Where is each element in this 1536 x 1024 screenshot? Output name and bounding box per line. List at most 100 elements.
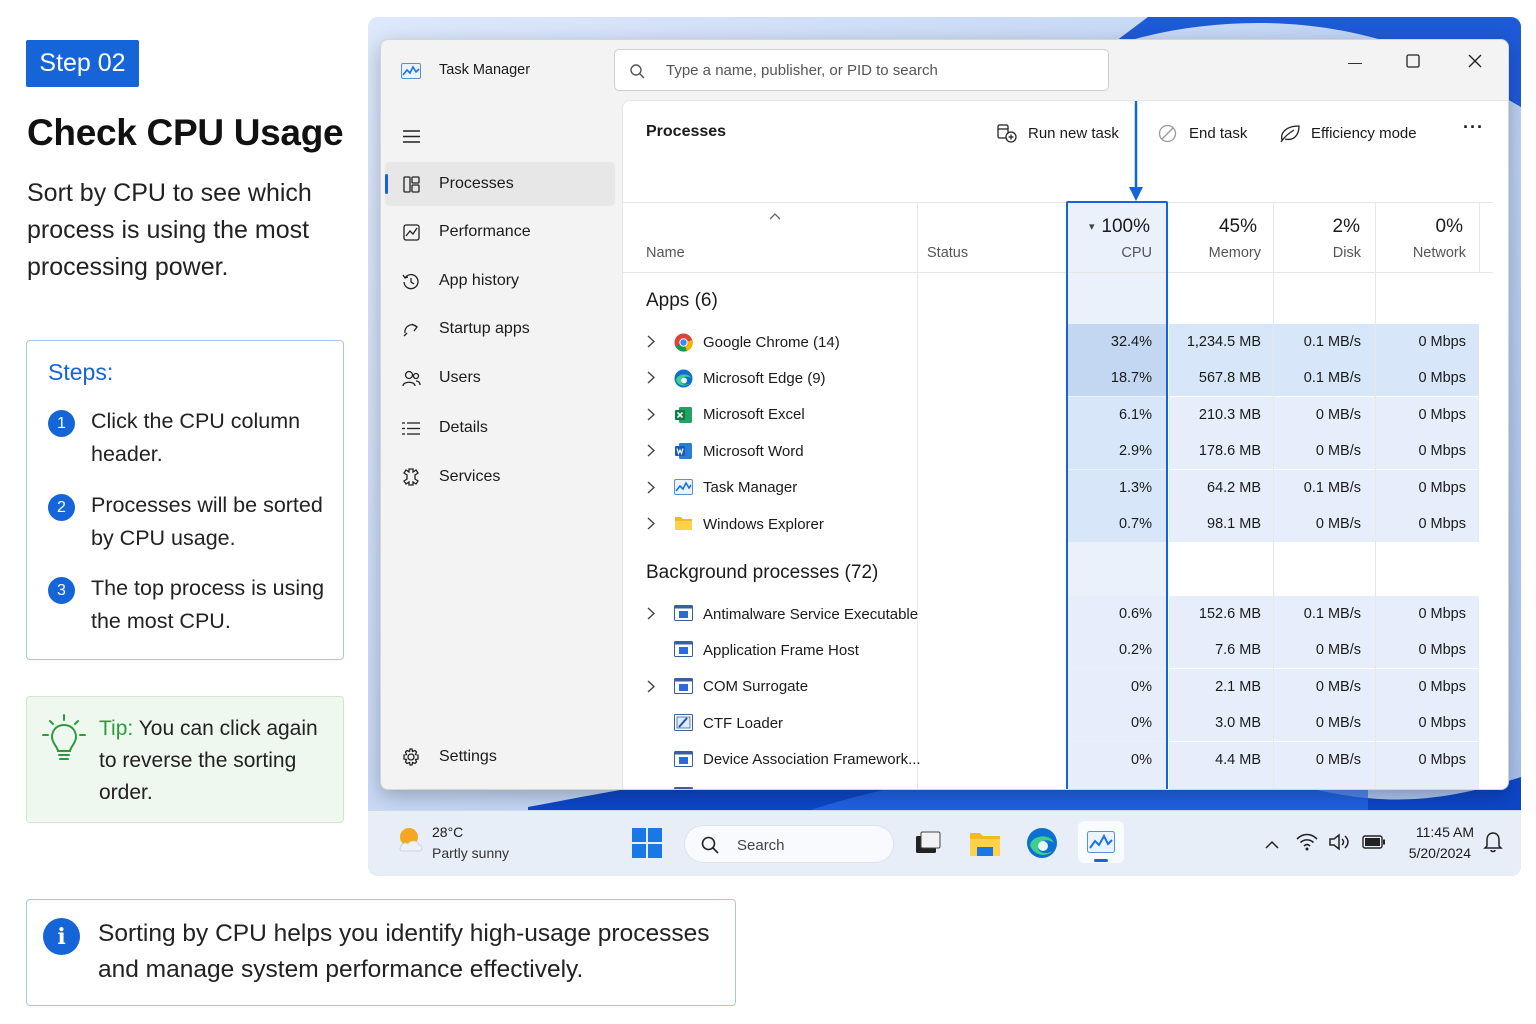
sidebar-item-performance[interactable]: Performance bbox=[385, 210, 615, 254]
processes-panel: Processes Run new task End task Efficien… bbox=[622, 100, 1508, 790]
process-row[interactable]: Windows Explorer 0.7% 98.1 MB 0 MB/s 0 Mbps bbox=[623, 506, 1493, 542]
chevron-right-icon[interactable] bbox=[647, 789, 655, 790]
sidebar-item-app-history[interactable]: App history bbox=[385, 259, 615, 303]
sidebar-item-users[interactable]: Users bbox=[385, 356, 615, 400]
sidebar-item-label: Settings bbox=[439, 748, 497, 765]
chevron-up-icon bbox=[769, 213, 781, 220]
search-input-placeholder[interactable]: Type a name, publisher, or PID to search bbox=[666, 62, 938, 79]
chevron-right-icon[interactable] bbox=[647, 371, 655, 384]
step-number: 3 bbox=[48, 577, 75, 604]
run-new-task-button[interactable]: Run new task bbox=[997, 119, 1119, 147]
process-name: Microsoft Word bbox=[703, 442, 804, 460]
process-row[interactable]: COM Surrogate 0% 2.1 MB 0 MB/s 0 Mbps bbox=[623, 668, 1493, 705]
settings-gear-icon bbox=[403, 748, 419, 766]
disk-value: 0.1 MB/s bbox=[1274, 469, 1375, 506]
task-manager-window: Task Manager Type a name, publisher, or … bbox=[380, 39, 1509, 790]
network-value: 0 Mbps bbox=[1376, 632, 1479, 669]
page-title: Check CPU Usage bbox=[27, 112, 344, 153]
weather-widget[interactable] bbox=[396, 825, 424, 858]
efficiency-mode-button[interactable]: Efficiency mode bbox=[1279, 119, 1417, 147]
disk-value: 0.1 MB/s bbox=[1274, 596, 1375, 632]
step-number: 2 bbox=[48, 494, 75, 521]
efficiency-mode-label: Efficiency mode bbox=[1311, 124, 1417, 142]
memory-value: 7.6 MB bbox=[1169, 632, 1273, 669]
chevron-right-icon[interactable] bbox=[647, 335, 655, 348]
notification-bell-icon[interactable] bbox=[1483, 831, 1503, 853]
column-header-status[interactable]: Status bbox=[927, 245, 968, 261]
search-box[interactable]: Type a name, publisher, or PID to search bbox=[614, 49, 1109, 91]
taskbar-search[interactable]: Search bbox=[684, 825, 894, 863]
disk-label: Disk bbox=[1332, 245, 1361, 261]
column-header-cpu[interactable]: ▾ 100% CPU bbox=[1067, 202, 1168, 272]
sidebar-item-details[interactable]: Details bbox=[385, 406, 615, 450]
close-icon bbox=[1468, 54, 1482, 68]
column-header-disk[interactable]: 2% Disk bbox=[1274, 202, 1375, 272]
cpu-value: 0% bbox=[1067, 741, 1168, 778]
minimize-button[interactable]: — bbox=[1333, 48, 1377, 76]
clock-time[interactable]: 11:45 AM bbox=[1398, 824, 1474, 840]
process-row[interactable]: Application Frame Host 0.2% 7.6 MB 0 MB/s 0 … bbox=[623, 632, 1493, 669]
disk-value: 0.1 MB/s bbox=[1274, 324, 1375, 360]
chevron-right-icon[interactable] bbox=[647, 444, 655, 457]
file-explorer-button[interactable] bbox=[965, 825, 1005, 861]
process-row[interactable]: Microsoft Excel 6.1% 210.3 MB 0 MB/s 0 Mbps bbox=[623, 396, 1493, 433]
intro-text: Sort by CPU to see which process is usin… bbox=[27, 179, 312, 281]
task-manager-taskbar-button[interactable] bbox=[1078, 821, 1124, 863]
process-row[interactable]: Microsoft Word 2.9% 178.6 MB 0 MB/s 0 Mbps bbox=[623, 433, 1493, 470]
chevron-right-icon[interactable] bbox=[647, 680, 655, 693]
taskbar: 28°C Partly sunny Search 11:45 AM 5/20/2… bbox=[368, 810, 1521, 876]
process-row[interactable]: Device Association Framework... 0% 4.4 MB 0… bbox=[623, 741, 1493, 778]
group-title-apps: Apps (6) bbox=[646, 290, 718, 311]
steps-card: Steps: 1 Click the CPU column header. 2 … bbox=[26, 340, 344, 660]
header-bottom-divider bbox=[623, 272, 1493, 273]
hamburger-menu-button[interactable] bbox=[393, 120, 429, 152]
memory-value: 210.3 MB bbox=[1169, 396, 1273, 433]
chevron-right-icon[interactable] bbox=[647, 481, 655, 494]
process-row[interactable]: Microsoft Edge (9) 18.7% 567.8 MB 0.1 MB/s 0… bbox=[623, 360, 1493, 397]
disk-value: 0 MB/s bbox=[1274, 705, 1375, 742]
step-number: 1 bbox=[48, 410, 75, 437]
sidebar-item-label: Processes bbox=[439, 175, 514, 192]
start-button[interactable] bbox=[627, 825, 667, 861]
details-icon bbox=[402, 421, 420, 435]
edge-button[interactable] bbox=[1022, 825, 1062, 861]
cpu-value: 0.6% bbox=[1067, 596, 1168, 632]
network-value: 0 Mbps bbox=[1376, 469, 1479, 506]
column-header-name[interactable]: Name bbox=[646, 245, 685, 261]
process-row[interactable]: Antimalware Service Executable 0.6% 152.6 … bbox=[623, 596, 1493, 632]
sidebar-item-startup-apps[interactable]: Startup apps bbox=[385, 307, 615, 351]
tray-overflow-button[interactable] bbox=[1261, 833, 1283, 855]
sidebar-item-services[interactable]: Services bbox=[385, 455, 615, 499]
end-task-button[interactable]: End task bbox=[1158, 119, 1247, 147]
weather-desc: Partly sunny bbox=[432, 845, 510, 861]
sidebar-item-settings[interactable]: Settings bbox=[385, 735, 615, 779]
process-row[interactable]: Host Process for Windows Tasks0%2.7 MB0 … bbox=[623, 778, 1493, 790]
column-header-memory[interactable]: 45% Memory bbox=[1169, 202, 1273, 272]
tip-text: Tip: You can click again to reverse the … bbox=[99, 713, 331, 809]
close-button[interactable] bbox=[1453, 46, 1497, 76]
clock-date[interactable]: 5/20/2024 bbox=[1398, 845, 1471, 861]
process-row[interactable]: CTF Loader 0% 3.0 MB 0 MB/s 0 Mbps bbox=[623, 705, 1493, 742]
process-name: COM Surrogate bbox=[703, 678, 809, 696]
more-options-button[interactable]: ··· bbox=[1463, 117, 1484, 138]
process-name: CTF Loader bbox=[703, 714, 784, 732]
volume-icon[interactable] bbox=[1328, 833, 1350, 851]
process-row[interactable]: Google Chrome (14) 32.4% 1,234.5 MB 0.1 MB/… bbox=[623, 324, 1493, 360]
chevron-right-icon[interactable] bbox=[647, 517, 655, 530]
cpu-label: CPU bbox=[1121, 245, 1152, 261]
column-header-network[interactable]: 0% Network bbox=[1376, 202, 1479, 272]
process-name: Google Chrome (14) bbox=[703, 333, 840, 351]
maximize-button[interactable] bbox=[1391, 46, 1435, 76]
process-name: Host Process for Windows Tasks bbox=[703, 788, 921, 790]
sidebar-item-processes[interactable]: Processes bbox=[385, 162, 615, 206]
battery-icon[interactable] bbox=[1362, 835, 1386, 849]
network-value: 0 Mbps bbox=[1376, 705, 1479, 742]
process-row[interactable]: Task Manager 1.3% 64.2 MB 0.1 MB/s 0 Mbps bbox=[623, 469, 1493, 506]
taskbar-search-placeholder: Search bbox=[737, 837, 785, 854]
task-view-button[interactable] bbox=[908, 825, 948, 861]
wifi-icon[interactable] bbox=[1296, 833, 1318, 851]
chevron-right-icon[interactable] bbox=[647, 408, 655, 421]
chevron-right-icon[interactable] bbox=[647, 607, 655, 620]
cpu-value: 32.4% bbox=[1067, 324, 1168, 360]
memory-label: Memory bbox=[1208, 245, 1261, 261]
